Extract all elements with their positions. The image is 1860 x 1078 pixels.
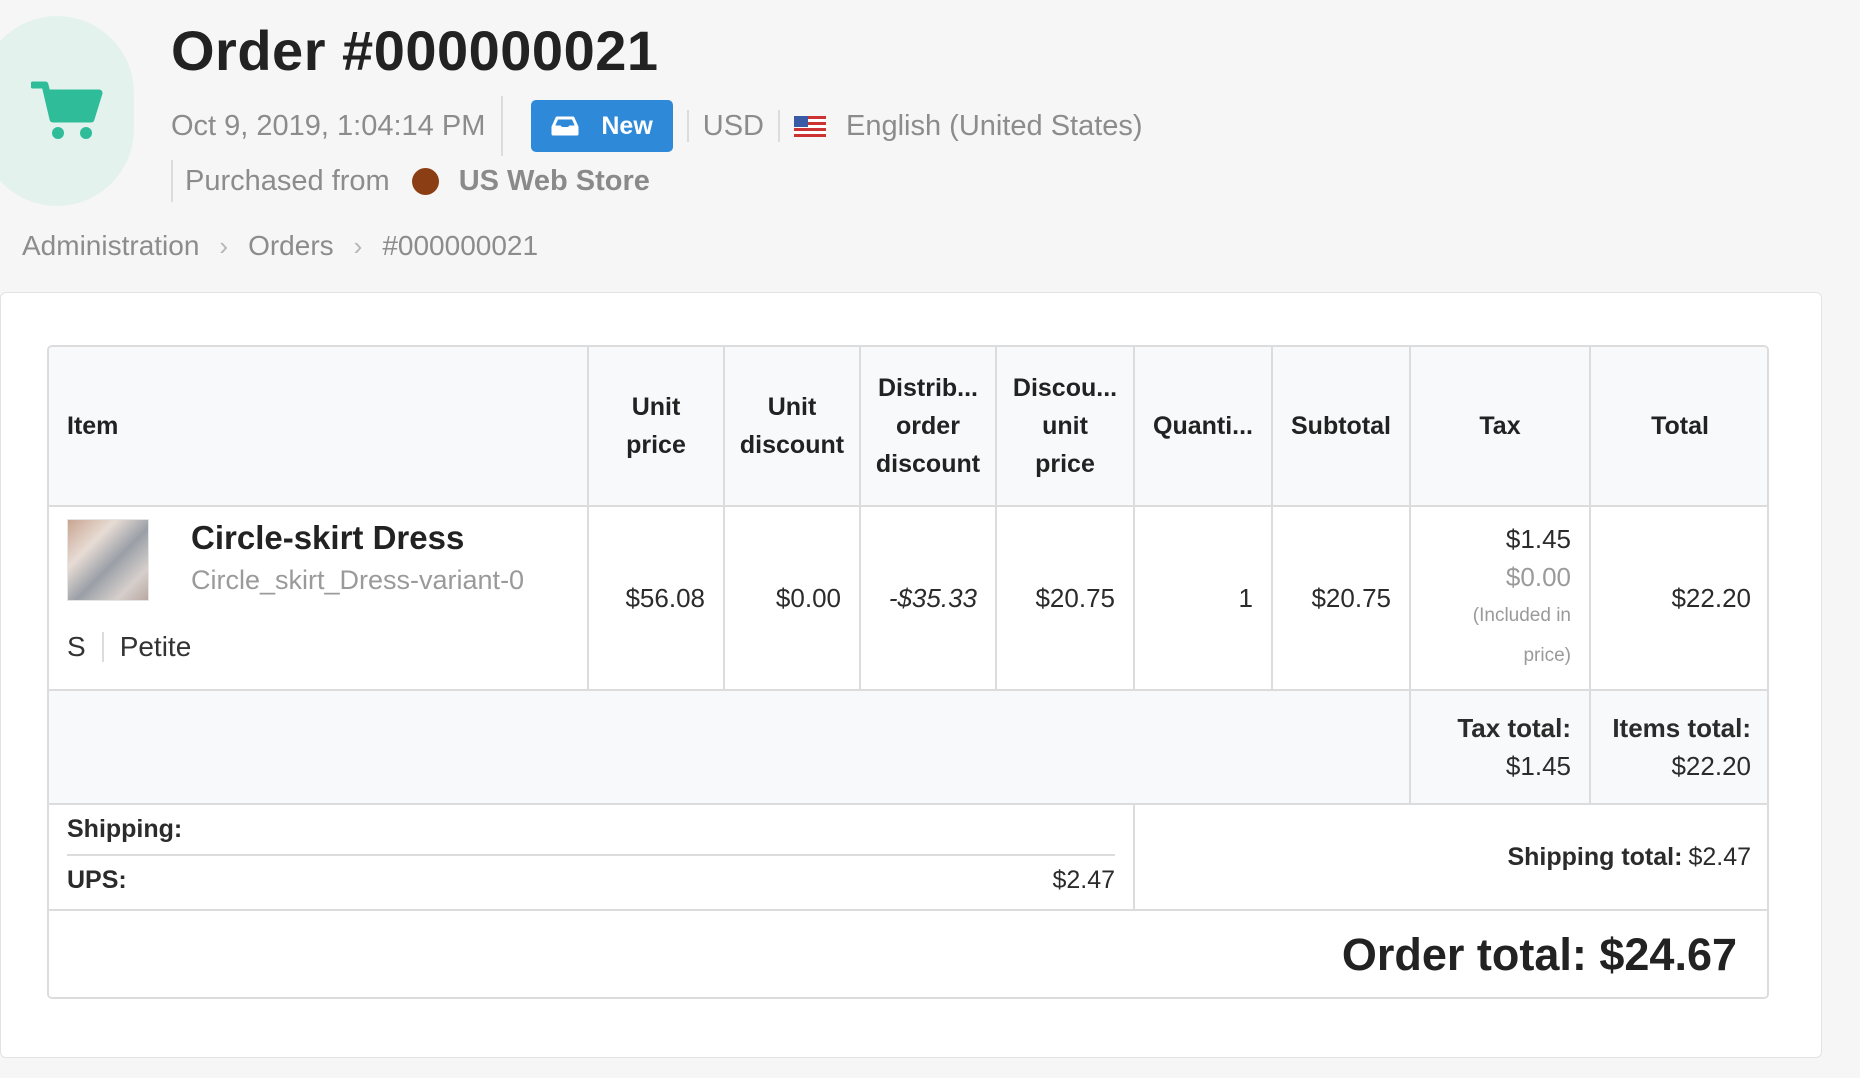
column-header-distributed-order-discount: Distrib... order discount (859, 347, 995, 505)
tax-note: (Included in (1472, 605, 1571, 626)
shipping-carrier-value: $2.47 (1052, 866, 1115, 894)
column-header-discounted-unit-price: Discou... unit price (995, 347, 1133, 505)
divider (101, 632, 104, 662)
quantity: 1 (1133, 507, 1271, 689)
store-info: Purchased from US Web Store (171, 160, 650, 202)
breadcrumb-current: #000000021 (382, 230, 539, 261)
order-panel: Item Unit price Unit discount Distrib... or… (0, 292, 1822, 1058)
column-header-unit-discount: Unit discount (723, 347, 859, 505)
breadcrumb-administration[interactable]: Administration (22, 230, 199, 262)
shopping-cart-icon (31, 81, 103, 139)
status-label: New (601, 111, 653, 140)
tax-total-label: Tax total: (1457, 713, 1571, 743)
tax-note: price) (1523, 645, 1571, 666)
product-options: S Petite (67, 631, 191, 663)
tax-cell: $1.45 $0.00 (Included in price) (1409, 507, 1589, 689)
tax-total: Tax total: $1.45 (1409, 691, 1589, 803)
product-sku: Circle_skirt_Dress-variant-0 (191, 565, 525, 595)
column-header-unit-price: Unit price (587, 347, 723, 505)
shipping-total: Shipping total: $2.47 (1133, 805, 1767, 909)
inbox-icon (551, 116, 579, 136)
unit-price: $56.08 (587, 507, 723, 689)
summary-row: Tax total: $1.45 Items total: $22.20 (49, 691, 1767, 805)
shipping-label: Shipping: (67, 815, 1115, 856)
chevron-right-icon: › (219, 230, 229, 261)
unit-discount: $0.00 (723, 507, 859, 689)
chevron-right-icon: › (353, 230, 363, 261)
order-items-table: Item Unit price Unit discount Distrib... or… (47, 345, 1769, 999)
shipping-carrier: UPS: (67, 866, 127, 894)
shipping-total-label: Shipping total: (1507, 842, 1683, 871)
item-cell: Circle-skirt Dress Circle_skirt_Dress-va… (49, 507, 587, 689)
shipping-line: UPS: $2.47 (67, 866, 1115, 895)
divider (171, 160, 173, 202)
order-date: Oct 9, 2019, 1:04:14 PM (171, 109, 486, 142)
discounted-unit-price: $20.75 (995, 507, 1133, 689)
breadcrumb-orders[interactable]: Orders (248, 230, 334, 262)
divider (778, 110, 780, 142)
purchased-from-label: Purchased from (185, 164, 390, 197)
shipping-total-value: $2.47 (1688, 842, 1751, 871)
table-row: Circle-skirt Dress Circle_skirt_Dress-va… (49, 507, 1767, 691)
column-header-item: Item (67, 412, 119, 440)
column-header-subtotal: Subtotal (1271, 347, 1409, 505)
column-header-tax: Tax (1409, 347, 1589, 505)
items-total-label: Items total: (1612, 713, 1751, 743)
shipping-row: Shipping: UPS: $2.47 Shipping total: $2.… (49, 805, 1767, 911)
option-size: S (67, 631, 86, 662)
order-total-row: Order total: $24.67 (49, 911, 1767, 997)
page-title: Order #000000021 (171, 19, 659, 82)
option-fit: Petite (119, 631, 192, 662)
subtotal: $20.75 (1271, 507, 1409, 689)
items-total-value: $22.20 (1671, 751, 1751, 781)
currency: USD (702, 109, 764, 142)
order-avatar (0, 16, 134, 206)
product-name[interactable]: Circle-skirt Dress (191, 519, 464, 557)
divider (686, 110, 689, 142)
shipping-details: Shipping: UPS: $2.47 (49, 805, 1133, 909)
column-header-total: Total (1589, 347, 1767, 505)
line-total: $22.20 (1589, 507, 1767, 689)
items-total: Items total: $22.20 (1589, 691, 1767, 803)
divider (501, 96, 504, 156)
us-flag-icon (794, 115, 826, 137)
order-total: Order total: $24.67 (1341, 929, 1737, 980)
status-button[interactable]: New (531, 100, 673, 152)
tax-amount: $1.45 (1505, 524, 1571, 554)
tax-included-amount: $0.00 (1505, 562, 1571, 592)
breadcrumb: Administration › Orders › #000000021 (22, 230, 538, 262)
order-meta: Oct 9, 2019, 1:04:14 PM New USD English … (171, 96, 1143, 156)
store-color-dot (411, 167, 439, 195)
tax-total-value: $1.45 (1505, 751, 1571, 781)
store-name[interactable]: US Web Store (459, 165, 650, 198)
order-header: Order #000000021 Oct 9, 2019, 1:04:14 PM… (0, 0, 1860, 290)
column-header-quantity: Quanti... (1133, 347, 1271, 505)
table-header: Item Unit price Unit discount Distrib... or… (49, 347, 1767, 507)
distributed-order-discount: -$35.33 (859, 507, 995, 689)
language: English (United States) (846, 109, 1143, 142)
product-thumbnail[interactable] (67, 519, 149, 601)
